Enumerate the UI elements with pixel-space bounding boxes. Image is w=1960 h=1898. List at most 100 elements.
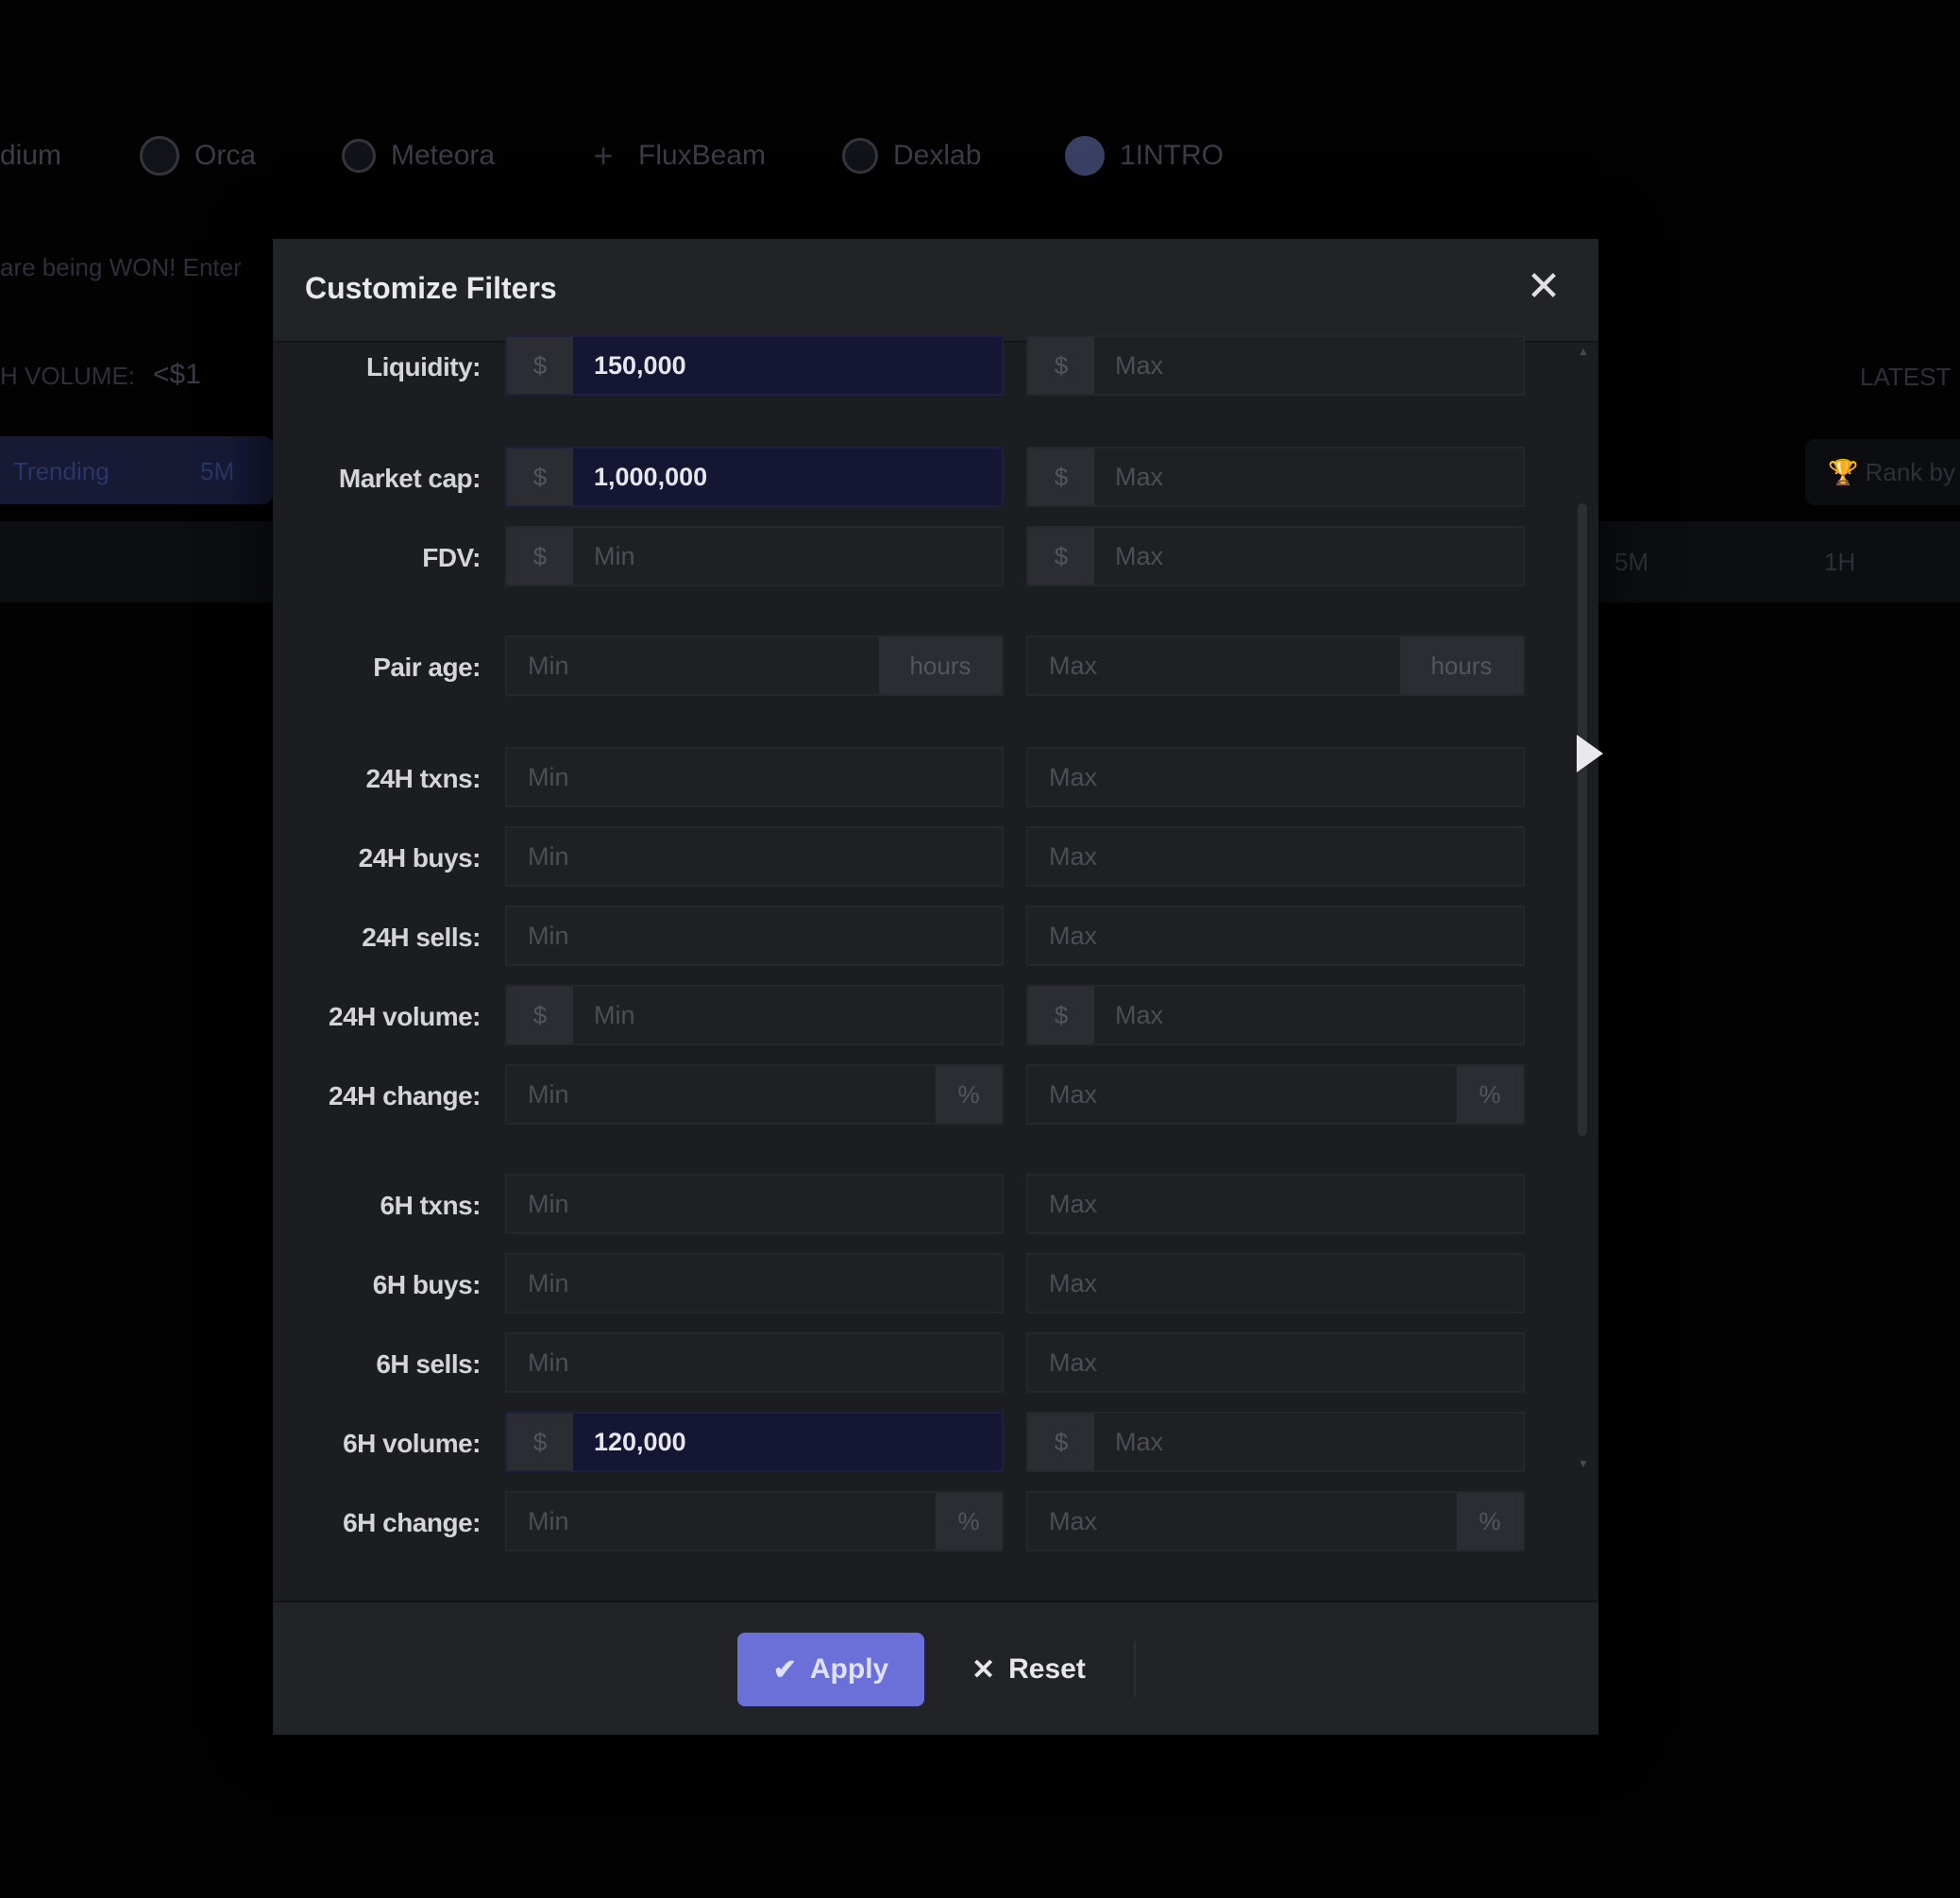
check-icon: ✔ [772,1653,797,1686]
24h-sells-min-input[interactable] [507,907,1002,964]
dollar-prefix: $ [507,337,573,394]
fdv-min-input[interactable] [573,528,1002,585]
nav-item-orca[interactable]: Orca [140,127,256,184]
dollar-prefix: $ [1028,987,1094,1043]
x-icon: ✕ [972,1653,996,1686]
24h-txns-max-input[interactable] [1028,749,1523,805]
6h-buys-max-input[interactable] [1028,1255,1523,1312]
nav-item-label: dium [0,140,62,171]
filter-label-6h-sells: 6H sells: [376,1349,481,1379]
meteora-icon [342,139,376,173]
24h-change-min-input[interactable] [507,1066,936,1123]
apply-button[interactable]: ✔ Apply [737,1633,924,1706]
24h-buys-max-field [1026,826,1525,887]
24h-volume-max-input[interactable] [1094,987,1523,1043]
filter-label-6h-txns: 6H txns: [380,1191,482,1220]
nav-item-fluxbeam[interactable]: + FluxBeam [583,127,766,184]
scroll-up-icon[interactable]: ▲ [1578,345,1589,358]
dollar-prefix: $ [1028,1414,1094,1470]
percent-suffix: % [1457,1493,1523,1550]
6h-change-min-field: % [505,1491,1004,1551]
dollar-prefix: $ [507,449,573,505]
24h-buys-min-input[interactable] [507,828,1002,885]
6h-txns-min-field [505,1174,1004,1234]
nav-item-dexlab[interactable]: Dexlab [842,127,981,184]
market-cap-min-input[interactable] [573,449,1002,505]
6h-volume-max-field: $ [1026,1412,1525,1472]
liquidity-min-input[interactable] [573,337,1002,394]
trending-tab[interactable]: Trending 5M [0,436,274,504]
intro-icon [1065,136,1105,176]
close-icon: ✕ [1526,263,1562,310]
6h-buys-min-input[interactable] [507,1255,1002,1312]
pair-age-min-field: hours [505,635,1004,696]
filter-label-6h-change: 6H change: [343,1508,481,1537]
6h-txns-max-input[interactable] [1028,1176,1523,1232]
modal-scrollbar[interactable]: ▲ ▼ [1578,345,1589,1470]
24h-change-max-input[interactable] [1028,1066,1457,1123]
rank-by-button[interactable]: 🏆 Rank by [1805,439,1960,505]
24h-volume-min-input[interactable] [573,987,1002,1043]
nav-item-label: Dexlab [893,140,982,171]
trophy-icon: 🏆 [1828,457,1866,486]
nav-item-meteora[interactable]: Meteora [342,127,495,184]
dollar-prefix: $ [1028,449,1094,505]
scrollbar-thumb[interactable] [1578,503,1587,1136]
footer-divider [1134,1642,1136,1697]
nav-item-label: 1INTRO [1120,140,1225,171]
24h-txns-min-input[interactable] [507,749,1002,805]
filter-label-liquidity: Liquidity: [366,352,481,381]
filter-label-fdv: FDV: [422,543,481,572]
mouse-cursor-icon [1577,735,1603,772]
24h-sells-max-input[interactable] [1028,907,1523,964]
reset-label: Reset [1008,1653,1086,1685]
6h-sells-min-field [505,1332,1004,1393]
modal-header: Customize Filters ✕ [273,239,1598,343]
trending-period: 5M [200,457,235,485]
6h-volume-min-field: $ [505,1412,1004,1472]
fluxbeam-icon: + [593,136,614,175]
liquidity-max-field: $ [1026,335,1525,396]
nav-item-label: Orca [194,140,257,171]
6h-sells-min-input[interactable] [507,1334,1002,1391]
6h-buys-min-field [505,1253,1004,1313]
6h-volume-max-input[interactable] [1094,1414,1523,1470]
dex-nav-bar: dium Orca Meteora + FluxBeam Dexlab 1INT… [0,127,1960,184]
close-button[interactable]: ✕ [1515,258,1572,314]
6h-volume-min-input[interactable] [573,1414,1002,1470]
nav-item-intro[interactable]: 1INTRO [1065,127,1224,184]
24h-change-max-field: % [1026,1064,1525,1125]
24h-buys-max-input[interactable] [1028,828,1523,885]
scroll-down-icon[interactable]: ▼ [1578,1457,1589,1470]
filter-label-24h-buys: 24H buys: [358,843,482,873]
nav-item-label: FluxBeam [638,140,767,171]
pair-age-max-input[interactable] [1028,637,1400,694]
market-cap-max-input[interactable] [1094,449,1523,505]
6h-txns-min-input[interactable] [507,1176,1002,1232]
liquidity-max-input[interactable] [1094,337,1523,394]
6h-change-max-input[interactable] [1028,1493,1457,1550]
customize-filters-modal: Customize Filters ✕ Liquidity: $ $ Marke… [273,239,1598,1735]
reset-button[interactable]: ✕ Reset [972,1633,1113,1706]
apply-label: Apply [809,1653,889,1685]
modal-title: Customize Filters [305,271,557,305]
6h-change-max-field: % [1026,1491,1525,1551]
trending-label: Trending [13,457,110,485]
promo-banner-text: are being WON! Enter [0,253,242,281]
column-5m: 5M [1614,548,1649,576]
6h-txns-max-field [1026,1174,1525,1234]
rank-by-label: Rank by [1865,457,1955,486]
pair-age-min-input[interactable] [507,637,879,694]
fdv-max-input[interactable] [1094,528,1523,585]
6h-change-min-input[interactable] [507,1493,936,1550]
liquidity-min-field: $ [505,335,1004,396]
fdv-min-field: $ [505,526,1004,586]
market-cap-min-field: $ [505,447,1004,507]
dollar-prefix: $ [507,1414,573,1470]
dollar-prefix: $ [1028,528,1094,585]
hours-suffix: hours [1400,637,1523,694]
nav-item-raydium[interactable]: dium [0,127,61,184]
orca-icon [140,136,179,176]
24h-volume-min-field: $ [505,985,1004,1045]
6h-sells-max-input[interactable] [1028,1334,1523,1391]
